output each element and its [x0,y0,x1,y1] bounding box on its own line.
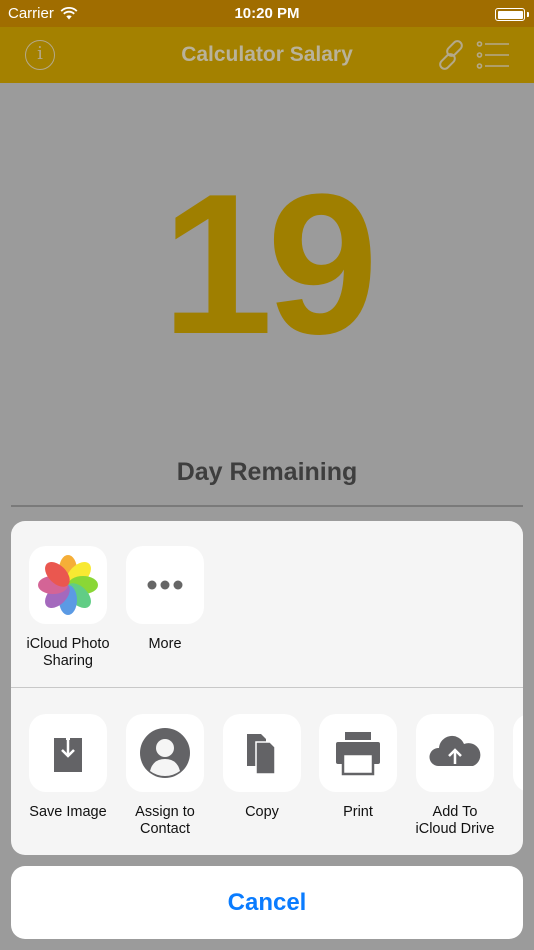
days-count: 19 [161,153,378,376]
save-image-icon [54,734,82,772]
cancel-button[interactable]: Cancel [11,866,523,939]
print-tile[interactable] [319,714,397,792]
contact-icon [140,728,190,778]
share-actions-row: Save Image Assign to Contact Copy Print … [11,688,523,855]
save-image-tile[interactable] [29,714,107,792]
action-print-label: Print [343,804,373,820]
more-tile[interactable] [126,546,204,624]
partial-tile[interactable] [513,714,523,792]
battery-tip [527,12,529,17]
action-icloud-drive[interactable]: Add To iCloud Drive [407,714,503,838]
copy-tile[interactable] [223,714,301,792]
share-icloud-photo-label: iCloud Photo Sharing [20,636,116,670]
action-copy-label: Copy [245,804,279,820]
action-save-image-label: Save Image [29,804,107,820]
share-sheet: iCloud Photo Sharing More Save Image Ass… [11,521,523,855]
icloud-drive-icon [429,735,481,766]
share-more[interactable]: More [117,546,213,653]
link-icon[interactable] [434,38,468,72]
action-print[interactable]: Print [310,714,406,821]
day-remaining-label: Day Remaining [176,458,358,486]
share-apps-row: iCloud Photo Sharing More [11,521,523,688]
battery-fill [497,10,523,19]
action-copy[interactable]: Copy [214,714,310,821]
divider [11,505,523,507]
status-bar: Carrier 10:20 PM [0,0,534,27]
action-icloud-drive-label: Add To iCloud Drive [415,804,495,837]
nav-bar: i Calculator Salary [0,27,534,83]
icloud-drive-tile[interactable] [416,714,494,792]
action-save-image[interactable]: Save Image [20,714,116,821]
share-icloud-photo[interactable]: iCloud Photo Sharing [20,546,116,670]
photos-tile[interactable] [29,546,107,624]
list-icon[interactable] [476,40,510,70]
copy-icon [247,734,276,775]
action-assign-contact[interactable]: Assign to Contact [117,714,213,838]
action-next-partial[interactable] [503,714,523,792]
battery-icon [495,8,525,21]
more-icon [147,580,183,590]
label-line: iCloud Photo Sharing [26,636,110,669]
contact-tile[interactable] [126,714,204,792]
photos-icon [38,555,98,615]
status-time: 10:20 PM [234,5,300,22]
share-more-label: More [148,636,182,652]
action-assign-contact-label: Assign to Contact [135,804,195,837]
print-icon [336,732,380,776]
